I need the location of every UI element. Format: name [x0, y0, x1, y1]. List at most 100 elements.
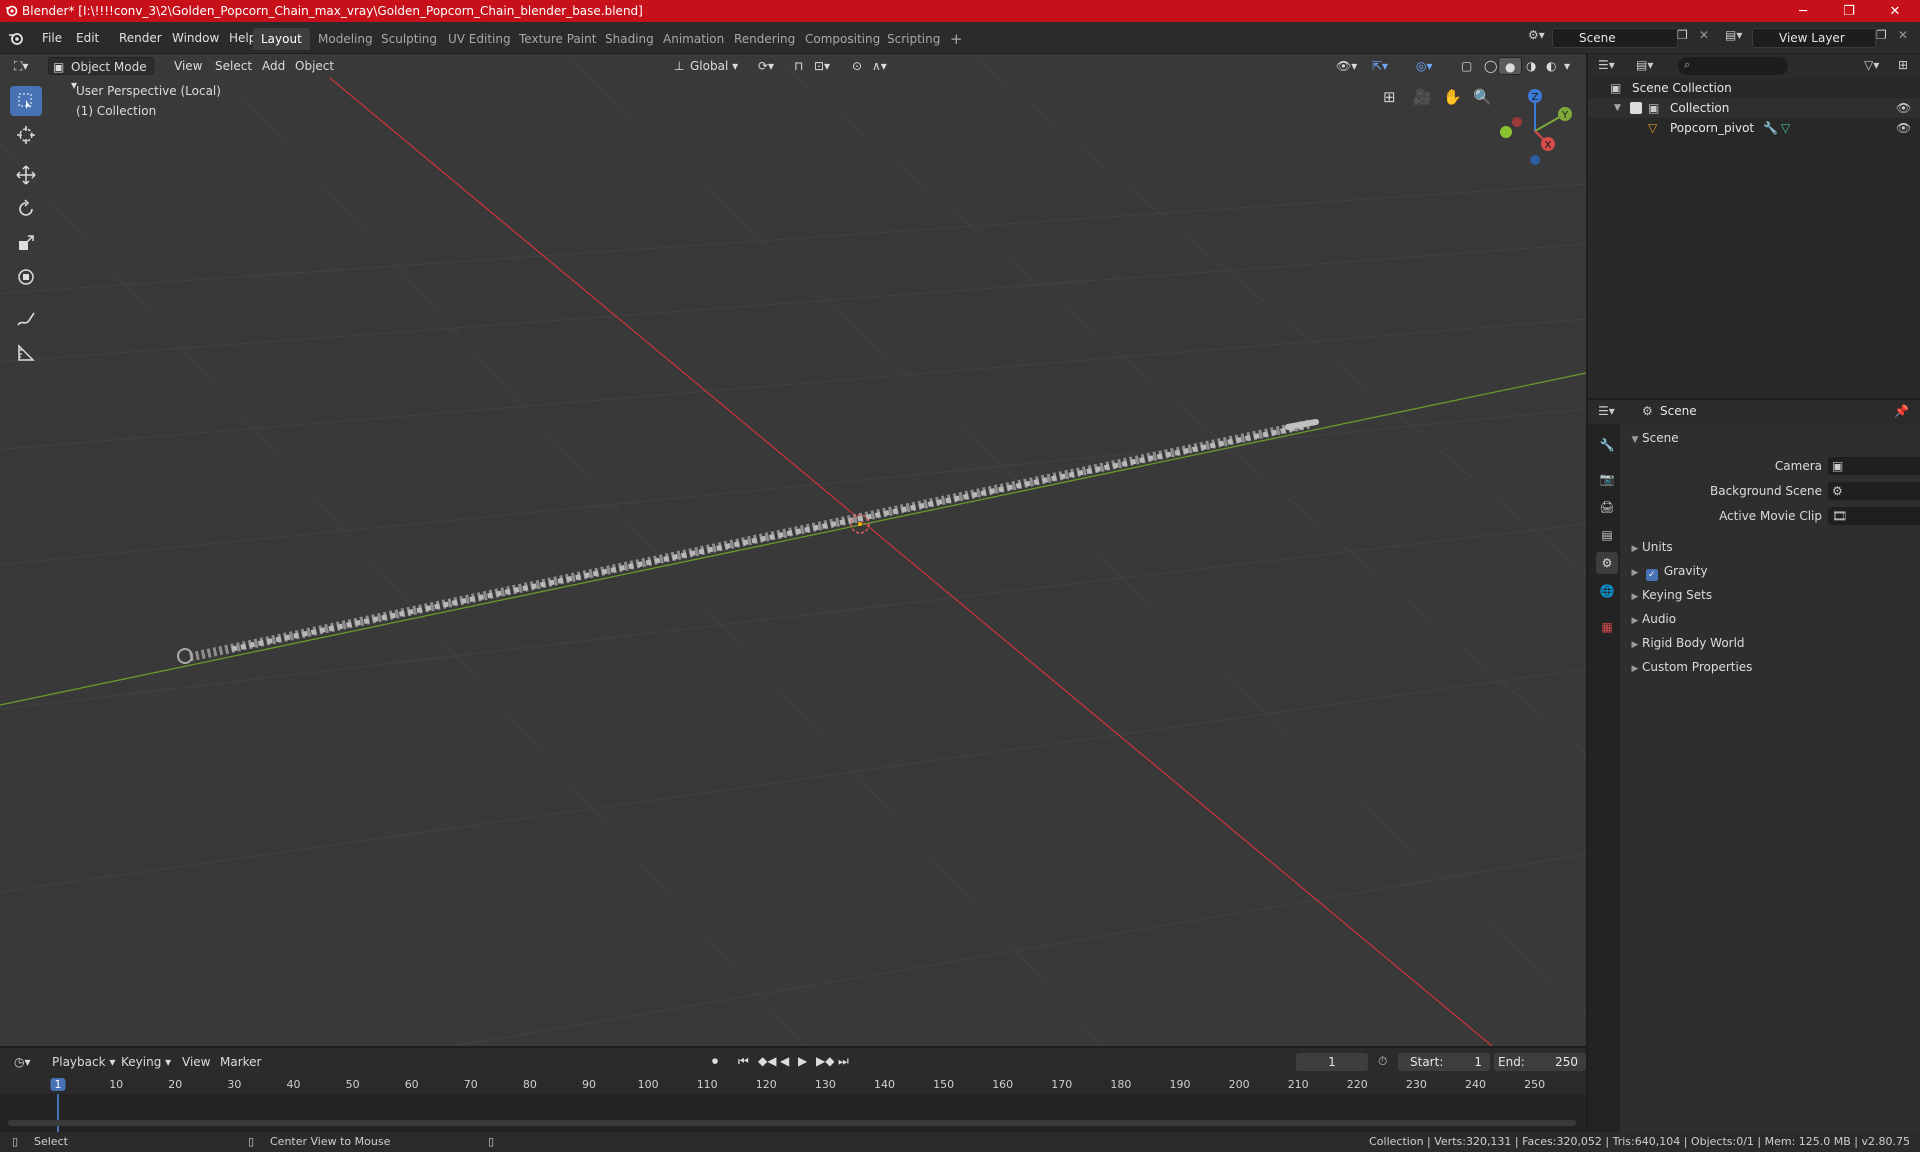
gizmo-toggle-icon[interactable]: ⇱▾ [1366, 57, 1394, 75]
rotate-tool[interactable] [10, 194, 42, 224]
prev-keyframe-icon[interactable]: ◆◀ [758, 1054, 776, 1068]
3d-viewport[interactable]: ⛶▾ ▣ Object Mode ▾ View Select Add Objec… [0, 54, 1586, 1046]
delete-scene-icon[interactable]: ✕ [1699, 28, 1709, 42]
pin-icon[interactable]: 📌 [1894, 404, 1909, 418]
camera-view-icon[interactable]: 🎥 [1413, 88, 1432, 106]
new-collection-icon[interactable]: ⊞ [1898, 58, 1908, 72]
timeline-ruler[interactable]: 1 10 20 30 40 50 60 70 80 90 100 110 120 130 140 150 160… [0, 1076, 1586, 1094]
outliner-search-input[interactable]: ⌕ [1678, 57, 1788, 75]
mode-selector[interactable]: ▣ Object Mode ▾ [48, 57, 154, 92]
timeline-body[interactable] [0, 1094, 1586, 1132]
active-movie-clip-field[interactable]: 🎞 [1828, 507, 1920, 525]
tab-shading[interactable]: Shading [597, 28, 662, 50]
menu-select[interactable]: Select [209, 57, 258, 75]
keying-sets-panel-header[interactable]: ▶ Keying Sets [1628, 583, 1920, 607]
object-visibility-icon[interactable]: 👁 [1896, 118, 1911, 138]
move-tool[interactable] [10, 160, 42, 190]
camera-field[interactable]: ▣ ✎ [1828, 457, 1920, 475]
jump-start-icon[interactable]: ⏮ [738, 1054, 749, 1069]
tab-uv-editing[interactable]: UV Editing [440, 28, 519, 50]
gravity-panel-header[interactable]: ▶ ✓ Gravity [1628, 559, 1920, 583]
view-layer-selector[interactable]: View Layer [1752, 28, 1876, 48]
scene-type-icon[interactable]: ⚙▾ [1528, 28, 1550, 48]
scale-tool[interactable] [10, 228, 42, 258]
minimize-button[interactable]: ─ [1780, 0, 1826, 22]
blender-menu-icon[interactable] [8, 30, 24, 46]
preview-range-icon[interactable]: ⏱ [1378, 1054, 1387, 1069]
current-frame-field[interactable]: 1 [1296, 1053, 1368, 1071]
snap-target-icon[interactable]: ⊡▾ [808, 57, 836, 75]
zoom-view-icon[interactable]: 🔍 [1473, 88, 1492, 106]
outliner-editor-type-icon[interactable]: ☰▾ [1598, 58, 1615, 72]
solid-shading-icon[interactable]: ● [1498, 57, 1523, 75]
play-icon[interactable]: ▶ [798, 1054, 807, 1068]
filter-icon[interactable]: ▽▾ [1864, 58, 1879, 72]
menu-marker[interactable]: Marker [214, 1053, 267, 1071]
tool-tab-icon[interactable]: 🔧 [1596, 434, 1618, 456]
properties-editor-type-icon[interactable]: ☰▾ [1598, 404, 1615, 418]
tab-scripting[interactable]: Scripting [879, 28, 948, 50]
menu-render[interactable]: Render [113, 28, 168, 48]
tab-texture-paint[interactable]: Texture Paint [511, 28, 604, 50]
snap-icon[interactable]: ⊓ [788, 57, 809, 75]
shading-options-icon[interactable]: ▾ [1558, 57, 1576, 75]
expand-triangle-icon[interactable]: ▼ [1614, 98, 1621, 118]
pan-view-icon[interactable]: ✋ [1443, 88, 1462, 106]
render-tab-icon[interactable]: 📷 [1596, 468, 1618, 490]
close-button[interactable]: ✕ [1872, 0, 1918, 22]
view-layer-icon[interactable]: ▤▾ [1725, 28, 1742, 42]
menu-add[interactable]: Add [256, 57, 291, 75]
scene-panel-header[interactable]: ▼ Scene [1628, 426, 1920, 450]
delete-view-layer-icon[interactable]: ✕ [1898, 28, 1908, 42]
background-scene-field[interactable]: ⚙ [1828, 482, 1920, 500]
tab-sculpting[interactable]: Sculpting [373, 28, 445, 50]
display-mode-icon[interactable]: ▤▾ [1636, 58, 1653, 72]
scene-selector[interactable]: Scene [1552, 28, 1678, 48]
visibility-icon[interactable]: 👁▾ [1330, 57, 1363, 75]
menu-timeline-view[interactable]: View [176, 1053, 216, 1071]
gravity-checkbox[interactable]: ✓ [1645, 569, 1658, 581]
toggle-grid-icon[interactable]: ⊞ [1383, 88, 1396, 106]
annotate-tool[interactable] [10, 304, 42, 334]
measure-tool[interactable] [10, 338, 42, 368]
tab-modeling[interactable]: Modeling [310, 28, 381, 50]
jump-end-icon[interactable]: ⏭ [838, 1054, 849, 1069]
tab-animation[interactable]: Animation [655, 28, 732, 50]
menu-keying[interactable]: Keying ▾ [115, 1053, 177, 1071]
collection-checkbox[interactable] [1630, 102, 1642, 114]
tab-layout[interactable]: Layout [253, 28, 310, 50]
audio-panel-header[interactable]: ▶ Audio [1628, 607, 1920, 631]
output-tab-icon[interactable]: 🖨 [1596, 496, 1618, 518]
outliner-collection[interactable]: ▼ ▣ Collection 👁 [1588, 98, 1920, 118]
transform-orientation-selector[interactable]: ⊥ Global ▾ [670, 57, 744, 75]
custom-properties-panel-header[interactable]: ▶ Custom Properties [1628, 655, 1920, 679]
outliner-scene-collection[interactable]: ▣ Scene Collection [1588, 78, 1920, 98]
falloff-icon[interactable]: ∧▾ [866, 57, 893, 75]
menu-window[interactable]: Window [166, 28, 225, 48]
maximize-button[interactable]: ❐ [1826, 0, 1872, 22]
proportional-edit-icon[interactable]: ⊙ [846, 57, 868, 75]
menu-edit[interactable]: Edit [70, 28, 105, 48]
add-workspace-button[interactable]: + [942, 28, 971, 50]
end-frame-field[interactable]: End: 250 [1494, 1053, 1586, 1071]
outliner-object-popcorn-pivot[interactable]: ▽ Popcorn_pivot 🔧 ▽ 👁 [1588, 118, 1920, 138]
menu-view[interactable]: View [168, 57, 208, 75]
editor-type-icon[interactable]: ⛶▾ [8, 57, 34, 75]
cursor-tool[interactable] [10, 120, 42, 150]
rigid-body-world-panel-header[interactable]: ▶ Rigid Body World [1628, 631, 1920, 655]
menu-playback[interactable]: Playback ▾ [46, 1053, 121, 1071]
scene-tab-icon[interactable]: ⚙ [1596, 552, 1618, 574]
collection-visibility-icon[interactable]: 👁 [1896, 98, 1911, 118]
xray-toggle-icon[interactable]: ▢ [1455, 57, 1478, 75]
transform-tool[interactable] [10, 262, 42, 292]
menu-file[interactable]: File [36, 28, 68, 48]
timeline-scrollbar[interactable] [8, 1120, 1576, 1126]
select-box-tool[interactable] [10, 86, 42, 116]
overlays-toggle-icon[interactable]: ◎▾ [1410, 57, 1439, 75]
play-reverse-icon[interactable]: ◀ [780, 1054, 789, 1068]
new-view-layer-icon[interactable]: ❐ [1876, 28, 1887, 42]
texture-tab-icon[interactable]: ▦ [1596, 616, 1618, 638]
menu-object[interactable]: Object [289, 57, 340, 75]
start-frame-field[interactable]: Start: 1 [1398, 1053, 1490, 1071]
units-panel-header[interactable]: ▶ Units [1628, 535, 1920, 559]
